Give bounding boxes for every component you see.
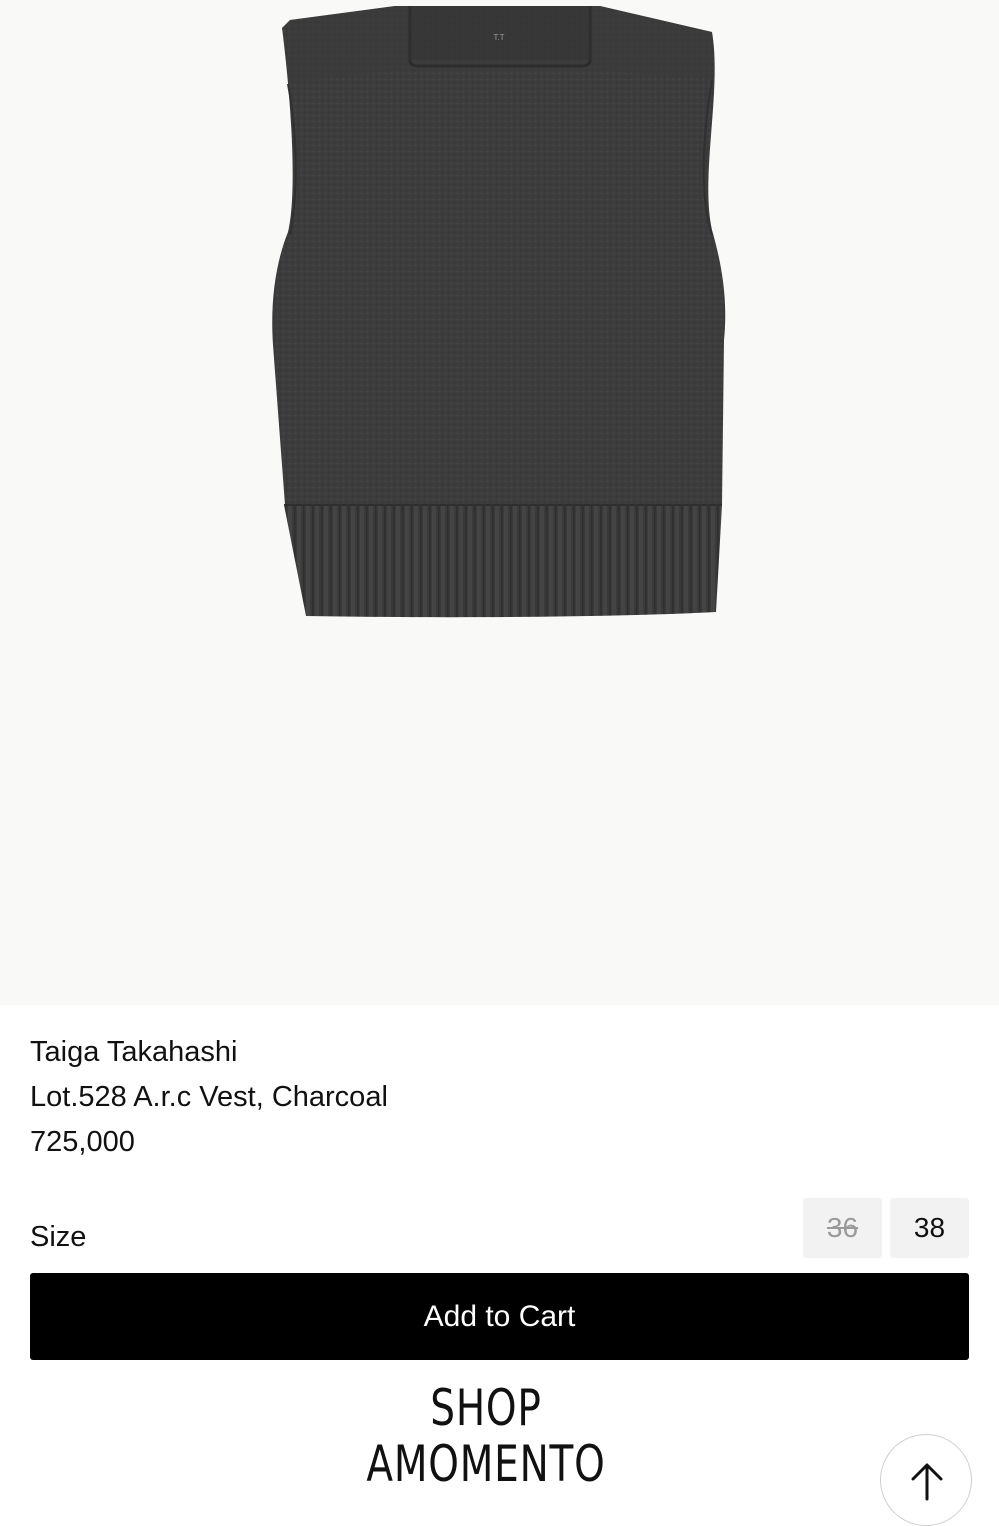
size-label: Size: [30, 1221, 87, 1253]
vest-illustration: T.T: [272, 6, 726, 618]
logo-line-2: AMOMENTO: [366, 1435, 606, 1493]
product-price: 725,000: [30, 1126, 135, 1158]
scroll-to-top-button[interactable]: [880, 1434, 972, 1526]
add-to-cart-button[interactable]: Add to Cart: [30, 1273, 969, 1360]
shop-logo[interactable]: SHOP AMOMENTO: [302, 1380, 670, 1492]
product-info: Taiga Takahashi Lot.528 A.r.c Vest, Char…: [30, 1030, 388, 1165]
garment-label-text: T.T: [493, 33, 504, 42]
product-brand[interactable]: Taiga Takahashi: [30, 1030, 388, 1075]
product-image[interactable]: T.T: [0, 0, 999, 1005]
arrow-up-icon: [911, 1463, 943, 1501]
size-option-38[interactable]: 38: [890, 1198, 969, 1258]
logo-line-1: SHOP: [430, 1379, 542, 1437]
product-name: Lot.528 A.r.c Vest, Charcoal: [30, 1081, 388, 1113]
size-option-36[interactable]: 36: [803, 1198, 882, 1258]
